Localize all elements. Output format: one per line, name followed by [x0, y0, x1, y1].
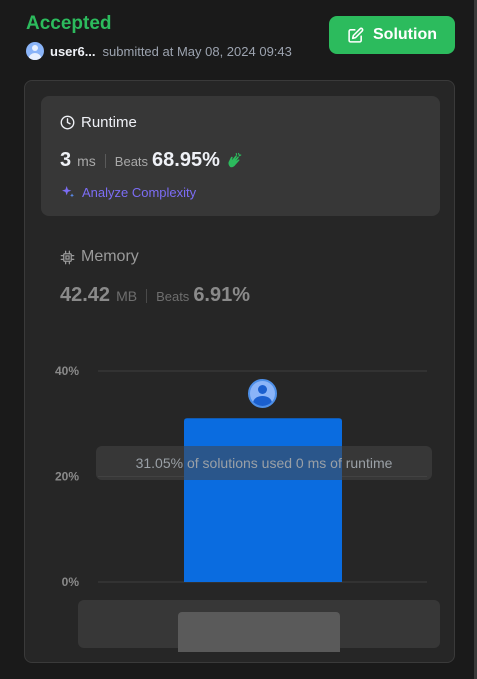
analyze-complexity-link[interactable]: Analyze Complexity: [60, 184, 196, 200]
clap-icon: [228, 152, 242, 167]
memory-title[interactable]: Memory: [60, 248, 139, 266]
memory-unit: MB: [116, 288, 138, 304]
submitter-info: user6... submitted at May 08, 2024 09:43: [26, 42, 292, 60]
memory-beats-value: 6.91%: [193, 284, 251, 306]
your-submission-avatar[interactable]: [248, 379, 277, 408]
runtime-panel[interactable]: Runtime 3 ms Beats 68.95% Analyze Comple…: [41, 96, 440, 216]
submitted-time: submitted at May 08, 2024 09:43: [102, 43, 292, 59]
metric-separator: [104, 153, 106, 168]
username-link[interactable]: user6...: [50, 44, 96, 59]
submission-result-page: Accepted user6... submitted at May 08, 2…: [0, 0, 477, 679]
runtime-metric: 3 ms Beats 68.95%: [60, 149, 243, 172]
memory-beats-label: Beats: [156, 289, 190, 304]
runtime-beats-label: Beats: [114, 154, 149, 169]
runtime-title: Runtime: [60, 114, 137, 131]
analyze-complexity-label: Analyze Complexity: [82, 184, 197, 200]
memory-value: 42.42: [60, 284, 111, 306]
chart-range-thumb[interactable]: [178, 612, 340, 652]
memory-metric: 42.42 MB Beats 6.91%: [60, 284, 250, 307]
edit-icon: [348, 27, 364, 43]
status-accepted: Accepted: [26, 13, 112, 34]
runtime-unit: ms: [77, 153, 96, 169]
solution-button[interactable]: Solution: [329, 16, 455, 54]
memory-title-label: Memory: [81, 248, 139, 265]
solution-button-label: Solution: [373, 26, 437, 43]
chart-tooltip: 31.05% of solutions used 0 ms of runtime: [96, 446, 432, 480]
metric-separator: [146, 288, 148, 303]
sparkle-icon: [62, 186, 74, 198]
chip-icon: [60, 250, 75, 264]
runtime-beats-value: 68.95%: [152, 149, 220, 171]
clock-icon: [60, 115, 75, 130]
runtime-title-label: Runtime: [81, 114, 137, 131]
user-avatar[interactable]: [26, 42, 44, 60]
runtime-value: 3: [60, 149, 72, 171]
